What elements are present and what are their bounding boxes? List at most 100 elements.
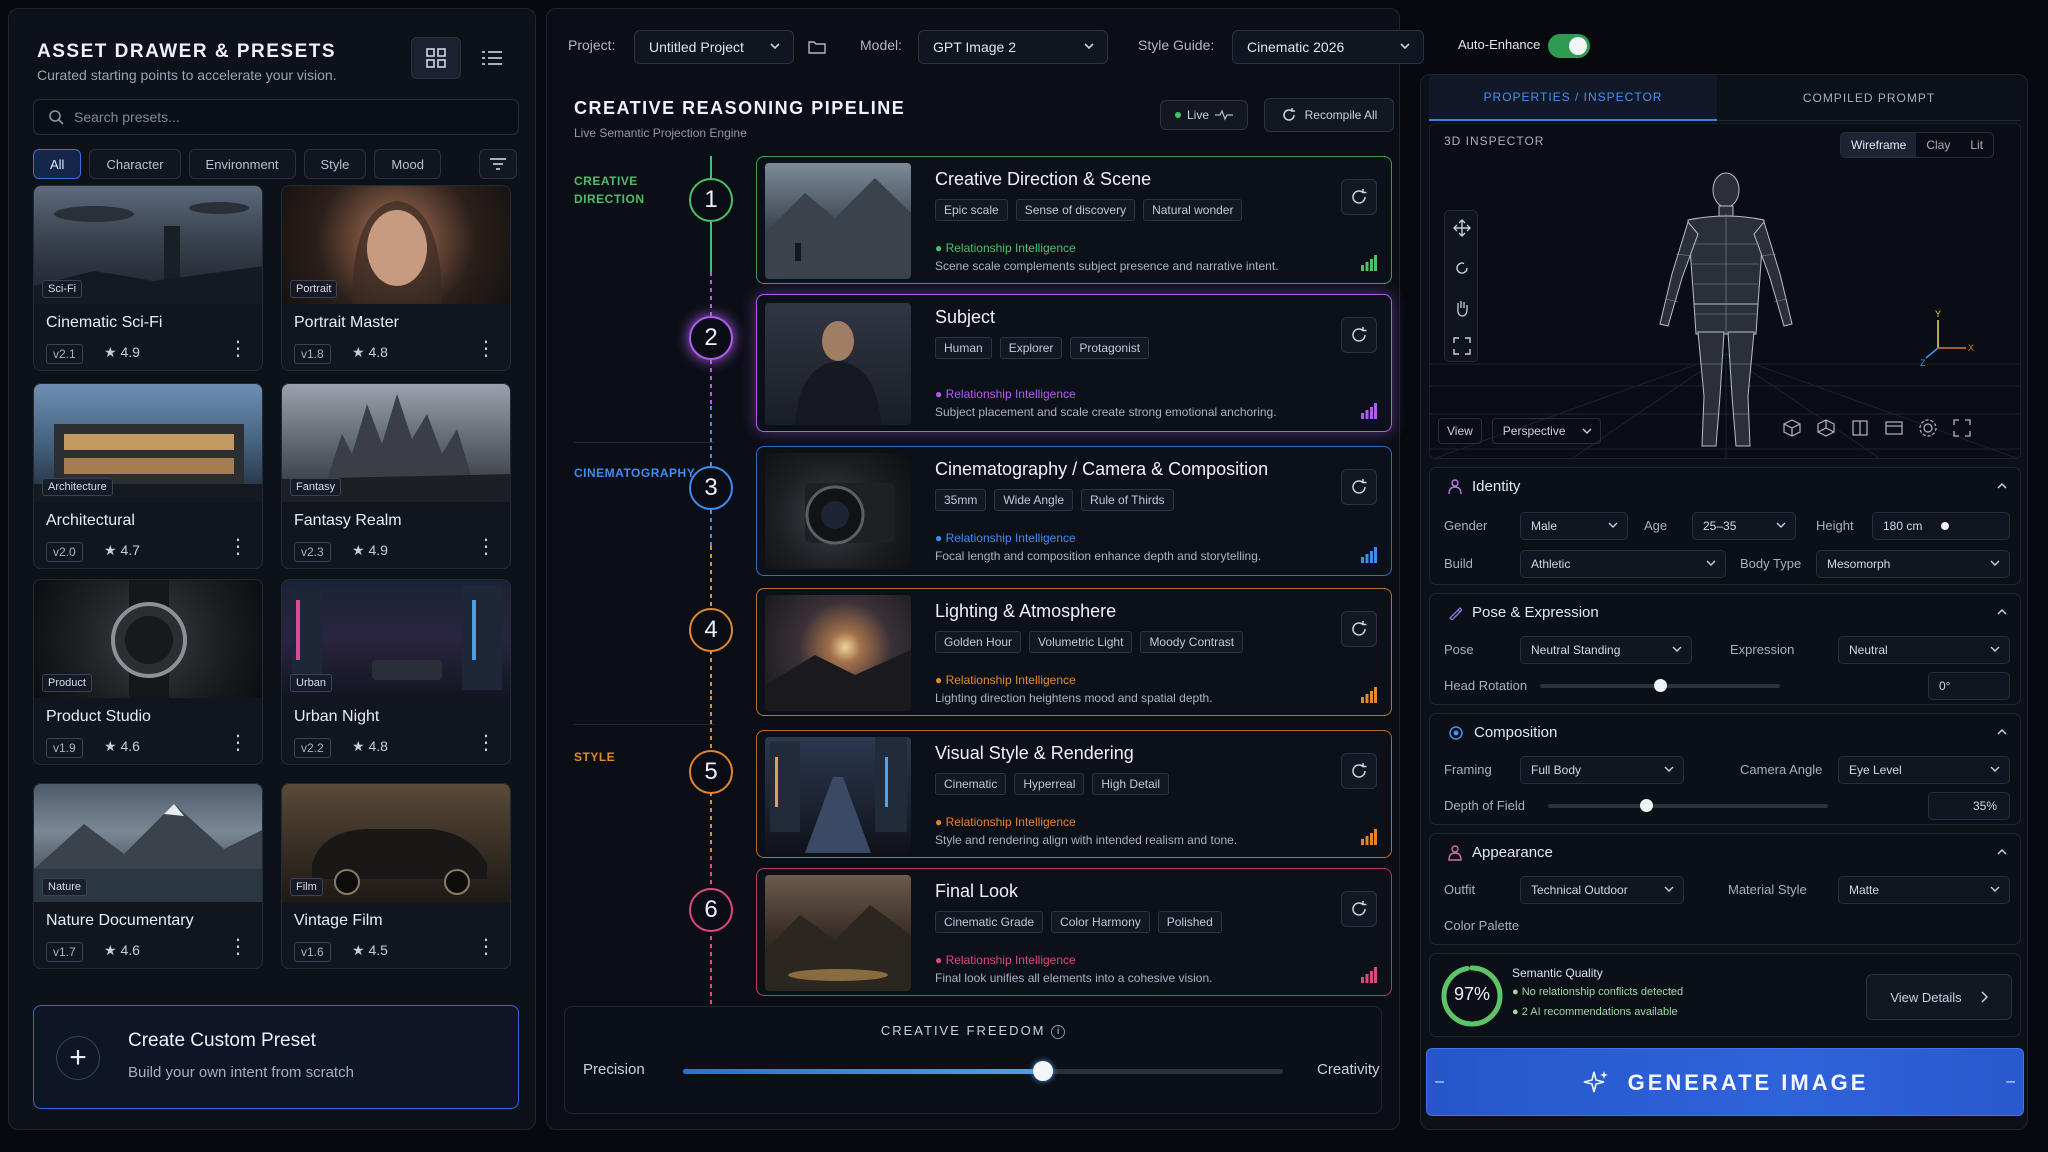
chevron-up-icon[interactable] [1996,846,2008,858]
rotate-icon[interactable] [1453,259,1471,277]
grid-view-button[interactable] [411,37,461,79]
creative-freedom-slider[interactable] [683,1061,1283,1081]
step-1-indicator[interactable]: 1 [689,178,733,222]
tag[interactable]: Hyperreal [1014,773,1085,795]
pipeline-card-creative-direction[interactable]: Creative Direction & Scene Epic scale Sen… [756,156,1392,284]
preset-card-architectural[interactable]: Architecture Architectural v2.0 ★ 4.7 ⋮ [33,383,263,569]
cube-top-icon[interactable] [1780,416,1804,440]
model-select[interactable]: GPT Image 2 [918,30,1108,64]
age-select[interactable]: 25–35 [1692,512,1796,540]
tag[interactable]: 35mm [935,489,987,511]
slider-knob[interactable] [1640,799,1653,812]
step-2-indicator[interactable]: 2 [689,316,733,360]
filter-character[interactable]: Character [89,149,181,179]
head-rotation-slider[interactable] [1540,679,1780,692]
create-custom-preset-button[interactable]: + Create Custom Preset Build your own in… [33,1005,519,1109]
pipeline-card-subject[interactable]: Subject Human Explorer Protagonist ● Relat… [756,294,1392,432]
tag[interactable]: Explorer [999,337,1063,359]
3d-inspector-viewport[interactable]: 3D INSPECTOR Wireframe Clay Lit YXZ View… [1429,123,2021,459]
tab-properties-inspector[interactable]: PROPERTIES / INSPECTOR [1429,75,1717,121]
filter-mood[interactable]: Mood [374,149,441,179]
pipeline-card-cinematography[interactable]: Cinematography / Camera & Composition 35… [756,446,1392,576]
more-options-icon[interactable]: ⋮ [228,534,248,559]
filter-style[interactable]: Style [303,149,367,179]
project-select[interactable]: Untitled Project [634,30,794,64]
gender-select[interactable]: Male [1520,512,1628,540]
identity-header[interactable]: Identity [1448,478,1520,495]
open-folder-button[interactable] [800,30,834,64]
slider-knob[interactable] [1654,679,1667,692]
preset-card-fantasy-realm[interactable]: Fantasy Fantasy Realm v2.3 ★ 4.9 ⋮ [281,383,511,569]
fit-view-icon[interactable] [1453,337,1471,355]
tag[interactable]: Moody Contrast [1140,631,1244,653]
tag[interactable]: High Detail [1092,773,1170,795]
tag[interactable]: Golden Hour [935,631,1022,653]
chevron-up-icon[interactable] [1996,606,2008,618]
more-options-icon[interactable]: ⋮ [228,730,248,755]
more-options-icon[interactable]: ⋮ [476,336,496,361]
preset-card-vintage-film[interactable]: Film Vintage Film v1.6 ★ 4.5 ⋮ [281,783,511,969]
regenerate-button[interactable] [1341,179,1377,215]
tag[interactable]: Natural wonder [1143,199,1243,221]
depth-of-field-value-box[interactable]: 35% [1928,792,2010,820]
camera-angle-select[interactable]: Eye Level [1838,756,2010,784]
chevron-up-icon[interactable] [1996,726,2008,738]
expression-select[interactable]: Neutral [1838,636,2010,664]
more-options-icon[interactable]: ⋮ [228,934,248,959]
tag[interactable]: Human [935,337,992,359]
search-presets-input[interactable]: Search presets... [33,99,519,135]
regenerate-button[interactable] [1341,317,1377,353]
chevron-up-icon[interactable] [1996,480,2008,492]
tag[interactable]: Epic scale [935,199,1008,221]
list-view-button[interactable] [467,37,517,79]
preset-card-portrait-master[interactable]: Portrait Portrait Master v1.8 ★ 4.8 ⋮ [281,185,511,371]
info-icon[interactable]: i [1051,1024,1066,1039]
view-details-button[interactable]: View Details [1866,974,2012,1020]
tag[interactable]: Sense of discovery [1015,199,1136,221]
more-options-icon[interactable]: ⋮ [476,934,496,959]
step-6-indicator[interactable]: 6 [689,888,733,932]
framing-select[interactable]: Full Body [1520,756,1684,784]
filter-environment[interactable]: Environment [188,149,296,179]
settings-gear-icon[interactable] [1916,416,1940,440]
preset-card-cinematic-scifi[interactable]: Sci-Fi Cinematic Sci-Fi v2.1 ★ 4.9 ⋮ [33,185,263,371]
more-options-icon[interactable]: ⋮ [228,336,248,361]
preset-card-urban-night[interactable]: Urban Urban Night v2.2 ★ 4.8 ⋮ [281,579,511,765]
more-options-icon[interactable]: ⋮ [476,730,496,755]
regenerate-button[interactable] [1341,469,1377,505]
head-rotation-value-box[interactable]: 0° [1928,672,2010,700]
tab-compiled-prompt[interactable]: COMPILED PROMPT [1717,75,2021,121]
filter-all[interactable]: All [33,149,82,179]
build-select[interactable]: Athletic [1520,550,1726,578]
pose-header[interactable]: Pose & Expression [1448,604,1599,621]
outfit-select[interactable]: Technical Outdoor [1520,876,1684,904]
height-input[interactable]: 180 cm [1872,512,2010,540]
tag[interactable]: Wide Angle [994,489,1074,511]
filter-options-button[interactable] [479,149,517,179]
tag[interactable]: Polished [1157,911,1222,933]
tag[interactable]: Cinematic [935,773,1007,795]
style-guide-select[interactable]: Cinematic 2026 [1232,30,1424,64]
tag[interactable]: Rule of Thirds [1081,489,1174,511]
step-5-indicator[interactable]: 5 [689,750,733,794]
pipeline-card-final-look[interactable]: Final Look Cinematic Grade Color Harmony P… [756,868,1392,996]
material-style-select[interactable]: Matte [1838,876,2010,904]
tag[interactable]: Protagonist [1070,337,1150,359]
frame-icon[interactable] [1882,416,1906,440]
more-options-icon[interactable]: ⋮ [476,534,496,559]
step-4-indicator[interactable]: 4 [689,608,733,652]
cube-front-icon[interactable] [1814,416,1838,440]
pose-select[interactable]: Neutral Standing [1520,636,1692,664]
body-type-select[interactable]: Mesomorph [1816,550,2010,578]
step-3-indicator[interactable]: 3 [689,466,733,510]
recompile-all-button[interactable]: Recompile All [1264,98,1394,132]
tag[interactable]: Color Harmony [1051,911,1150,933]
depth-of-field-slider[interactable] [1548,799,1828,812]
regenerate-button[interactable] [1341,891,1377,927]
pipeline-card-lighting[interactable]: Lighting & Atmosphere Golden Hour Volumet… [756,588,1392,716]
height-slider-knob[interactable] [1941,522,1949,530]
auto-enhance-toggle[interactable] [1548,34,1590,58]
generate-image-button[interactable]: – – GENERATE IMAGE [1426,1048,2024,1116]
pan-hand-icon[interactable] [1453,299,1471,317]
move-icon[interactable] [1453,219,1471,237]
